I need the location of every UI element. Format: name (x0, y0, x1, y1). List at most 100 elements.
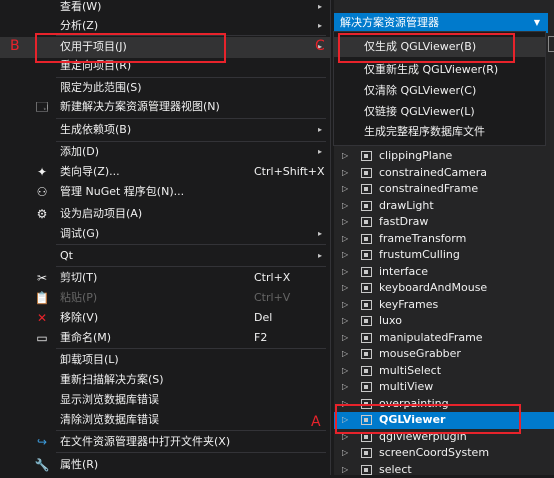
expand-arrow-icon[interactable]: ▷ (342, 280, 348, 297)
tree-item[interactable]: ▷multiSelect (334, 363, 554, 380)
project-icon (361, 465, 372, 475)
wrench-icon: 🔧 (34, 455, 50, 476)
expand-arrow-icon[interactable]: ▷ (342, 297, 348, 314)
project-icon (361, 366, 372, 376)
menu-item-rename[interactable]: ▭重命名(M)F2 (0, 328, 330, 349)
expand-arrow-icon[interactable]: ▷ (342, 165, 348, 182)
tree-item[interactable]: ▷manipulatedFrame (334, 330, 554, 347)
annotation-box-a (335, 404, 521, 434)
menu-separator (56, 452, 326, 453)
menu-item-open-folder[interactable]: ↪在文件资源管理器中打开文件夹(X) (0, 432, 330, 453)
toolbar-edge (548, 36, 554, 52)
expand-arrow-icon[interactable]: ▷ (342, 445, 348, 462)
rename-icon: ▭ (34, 328, 50, 349)
expand-arrow-icon[interactable]: ▷ (342, 264, 348, 281)
expand-arrow-icon[interactable]: ▷ (342, 198, 348, 215)
expand-arrow-icon[interactable]: ▷ (342, 313, 348, 330)
submenu-item-link[interactable]: 仅链接 QGLViewer(L) (334, 102, 545, 122)
tree-item[interactable]: ▷keyFrames (334, 297, 554, 314)
expand-arrow-icon[interactable]: ▷ (342, 214, 348, 231)
menu-item-cut[interactable]: ✂剪切(T)Ctrl+X (0, 268, 330, 289)
tree-item[interactable]: ▷select (334, 462, 554, 478)
project-icon (361, 382, 372, 392)
context-menu: 查看(W)▸ 分析(Z)▸ 仅用于项目(J)▸ 重定向项目(R) 限定为此范围(… (0, 0, 331, 475)
annotation-label-c: C (315, 38, 325, 54)
project-icon (361, 201, 372, 211)
menu-item-debug[interactable]: 调试(G)▸ (0, 224, 330, 245)
project-icon (361, 316, 372, 326)
solution-explorer-title[interactable]: 解决方案资源管理器 ▼ (334, 13, 548, 33)
menu-separator (56, 118, 326, 119)
project-icon (361, 349, 372, 359)
tree-item[interactable]: ▷fastDraw (334, 214, 554, 231)
tree-item[interactable]: ▷clippingPlane (334, 148, 554, 165)
tree-item[interactable]: ▷multiView (334, 379, 554, 396)
menu-item-scope[interactable]: 限定为此范围(S) (0, 78, 330, 99)
expand-arrow-icon[interactable]: ▷ (342, 462, 348, 478)
new-view-icon: 🗔 (34, 97, 50, 118)
expand-arrow-icon[interactable]: ▷ (342, 247, 348, 264)
menu-item-clear-db-errors[interactable]: 清除浏览数据库错误 (0, 410, 330, 431)
menu-item-set-startup[interactable]: ⚙设为启动项目(A) (0, 204, 330, 225)
annotation-box-c (338, 33, 515, 63)
annotation-box-b (35, 33, 226, 63)
menu-separator (56, 266, 326, 267)
expand-arrow-icon[interactable]: ▷ (342, 363, 348, 380)
submenu-item-clean[interactable]: 仅清除 QGLViewer(C) (334, 81, 545, 101)
tree-item[interactable]: ▷constrainedFrame (334, 181, 554, 198)
expand-arrow-icon[interactable]: ▷ (342, 379, 348, 396)
tree-item[interactable]: ▷screenCoordSystem (334, 445, 554, 462)
menu-item-new-view[interactable]: 🗔新建解决方案资源管理器视图(N) (0, 97, 330, 118)
annotation-label-b: B (10, 38, 20, 54)
project-icon (361, 267, 372, 277)
menu-item-paste[interactable]: 📋粘贴(P)Ctrl+V (0, 288, 330, 309)
menu-item-view[interactable]: 查看(W)▸ (0, 0, 330, 18)
submenu-arrow-icon: ▸ (318, 246, 322, 267)
tree-item[interactable]: ▷frameTransform (334, 231, 554, 248)
nuget-icon: ⚇ (34, 182, 50, 203)
expand-arrow-icon[interactable]: ▷ (342, 148, 348, 165)
menu-item-add[interactable]: 添加(D)▸ (0, 142, 330, 163)
scissors-icon: ✂ (34, 268, 50, 289)
menu-item-remove[interactable]: ✕移除(V)Del (0, 308, 330, 329)
tree-item[interactable]: ▷constrainedCamera (334, 165, 554, 182)
menu-item-class-wizard[interactable]: ✦类向导(Z)...Ctrl+Shift+X (0, 162, 330, 183)
tree-item[interactable]: ▷interface (334, 264, 554, 281)
menu-separator (56, 244, 326, 245)
tree-item[interactable]: ▷drawLight (334, 198, 554, 215)
tree-item[interactable]: ▷frustumCulling (334, 247, 554, 264)
tree-item[interactable]: ▷luxo (334, 313, 554, 330)
project-icon (361, 283, 372, 293)
submenu-arrow-icon: ▸ (318, 16, 322, 37)
submenu-arrow-icon: ▸ (318, 120, 322, 141)
submenu-item-rebuild[interactable]: 仅重新生成 QGLViewer(R) (334, 60, 545, 80)
project-icon (361, 151, 372, 161)
project-icon (361, 184, 372, 194)
submenu-arrow-icon: ▸ (318, 142, 322, 163)
expand-arrow-icon[interactable]: ▷ (342, 231, 348, 248)
tree-item[interactable]: ▷mouseGrabber (334, 346, 554, 363)
menu-item-rescan[interactable]: 重新扫描解决方案(S) (0, 370, 330, 391)
expand-arrow-icon[interactable]: ▷ (342, 181, 348, 198)
project-icon (361, 234, 372, 244)
menu-item-build-deps[interactable]: 生成依赖项(B)▸ (0, 120, 330, 141)
menu-item-show-db-errors[interactable]: 显示浏览数据库错误 (0, 390, 330, 411)
menu-item-unload[interactable]: 卸载项目(L) (0, 350, 330, 371)
tree-item[interactable]: ▷keyboardAndMouse (334, 280, 554, 297)
menu-item-qt[interactable]: Qt▸ (0, 246, 330, 267)
open-folder-icon: ↪ (34, 432, 50, 453)
submenu-arrow-icon: ▸ (318, 0, 322, 18)
solution-explorer-title-label: 解决方案资源管理器 (340, 16, 439, 29)
project-icon (361, 300, 372, 310)
project-icon (361, 217, 372, 227)
chevron-down-icon[interactable]: ▼ (534, 13, 540, 33)
expand-arrow-icon[interactable]: ▷ (342, 330, 348, 347)
paste-icon: 📋 (34, 288, 50, 309)
menu-item-nuget[interactable]: ⚇管理 NuGet 程序包(N)... (0, 182, 330, 203)
submenu-item-full-pdb[interactable]: 生成完整程序数据库文件 (334, 122, 545, 142)
annotation-label-a: A (311, 414, 321, 430)
project-icon (361, 168, 372, 178)
expand-arrow-icon[interactable]: ▷ (342, 346, 348, 363)
class-wizard-icon: ✦ (34, 162, 50, 183)
menu-item-properties[interactable]: 🔧属性(R) (0, 455, 330, 476)
